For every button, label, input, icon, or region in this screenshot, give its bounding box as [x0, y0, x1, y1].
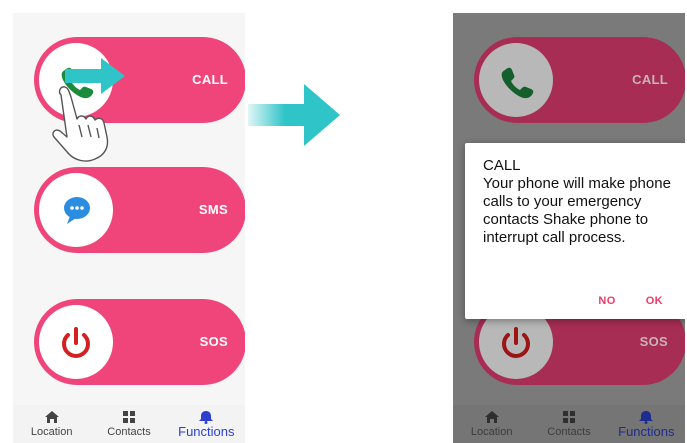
sos-toggle[interactable]: SOS	[34, 299, 245, 385]
nav-label-location: Location	[30, 426, 73, 438]
chat-bubble-icon	[64, 197, 90, 224]
phone-icon	[61, 67, 94, 99]
call-toggle[interactable]: CALL	[34, 37, 245, 123]
confirm-call-dialog: CALL Your phone will make phone calls to…	[465, 143, 685, 319]
nav-label-functions: Functions	[618, 424, 675, 439]
sms-circle-button[interactable]	[39, 173, 113, 247]
dialog-title: CALL	[483, 157, 521, 174]
transition-arrow-icon	[248, 84, 340, 146]
call-toggle-dimmed: CALL	[474, 37, 685, 123]
grid-icon	[562, 411, 575, 423]
nav-label-location: Location	[470, 426, 513, 438]
grid-icon	[122, 411, 135, 423]
nav-item-contacts[interactable]: Contacts	[90, 405, 167, 443]
dialog-ok-button[interactable]: OK	[646, 295, 663, 307]
sos-label: SOS	[199, 334, 228, 349]
call-circle-button-dimmed	[479, 43, 553, 117]
nav-item-location: Location	[453, 405, 530, 443]
nav-item-location[interactable]: Location	[13, 405, 90, 443]
phone-icon	[501, 67, 534, 99]
bottom-navigation: Location Contacts Functions	[13, 405, 245, 443]
dialog-no-button[interactable]: NO	[598, 295, 615, 307]
call-label-dimmed: CALL	[632, 72, 668, 87]
call-label: CALL	[192, 72, 228, 87]
right-screen: CALL SOS Location Contacts Functions CAL…	[453, 13, 685, 443]
bottom-navigation-dimmed: Location Contacts Functions	[453, 405, 685, 443]
power-icon	[62, 327, 90, 358]
nav-item-functions[interactable]: Functions	[168, 405, 245, 443]
dialog-message: Your phone will make phone calls to your…	[483, 175, 671, 246]
call-circle-button[interactable]	[39, 43, 113, 117]
nav-label-contacts: Contacts	[547, 426, 591, 438]
home-icon	[484, 411, 499, 423]
sos-circle-button[interactable]	[39, 305, 113, 379]
nav-item-functions: Functions	[608, 405, 685, 443]
dialog-actions: NO OK	[598, 295, 663, 307]
nav-label-functions: Functions	[178, 424, 235, 439]
sms-toggle[interactable]: SMS	[34, 167, 245, 253]
nav-item-contacts: Contacts	[530, 405, 607, 443]
nav-label-contacts: Contacts	[107, 426, 151, 438]
bell-icon	[199, 411, 214, 424]
left-screen: CALL SMS SOS Location Contacts Functions	[13, 13, 245, 443]
home-icon	[44, 411, 59, 423]
bell-icon	[639, 411, 654, 424]
sms-label: SMS	[198, 202, 228, 217]
